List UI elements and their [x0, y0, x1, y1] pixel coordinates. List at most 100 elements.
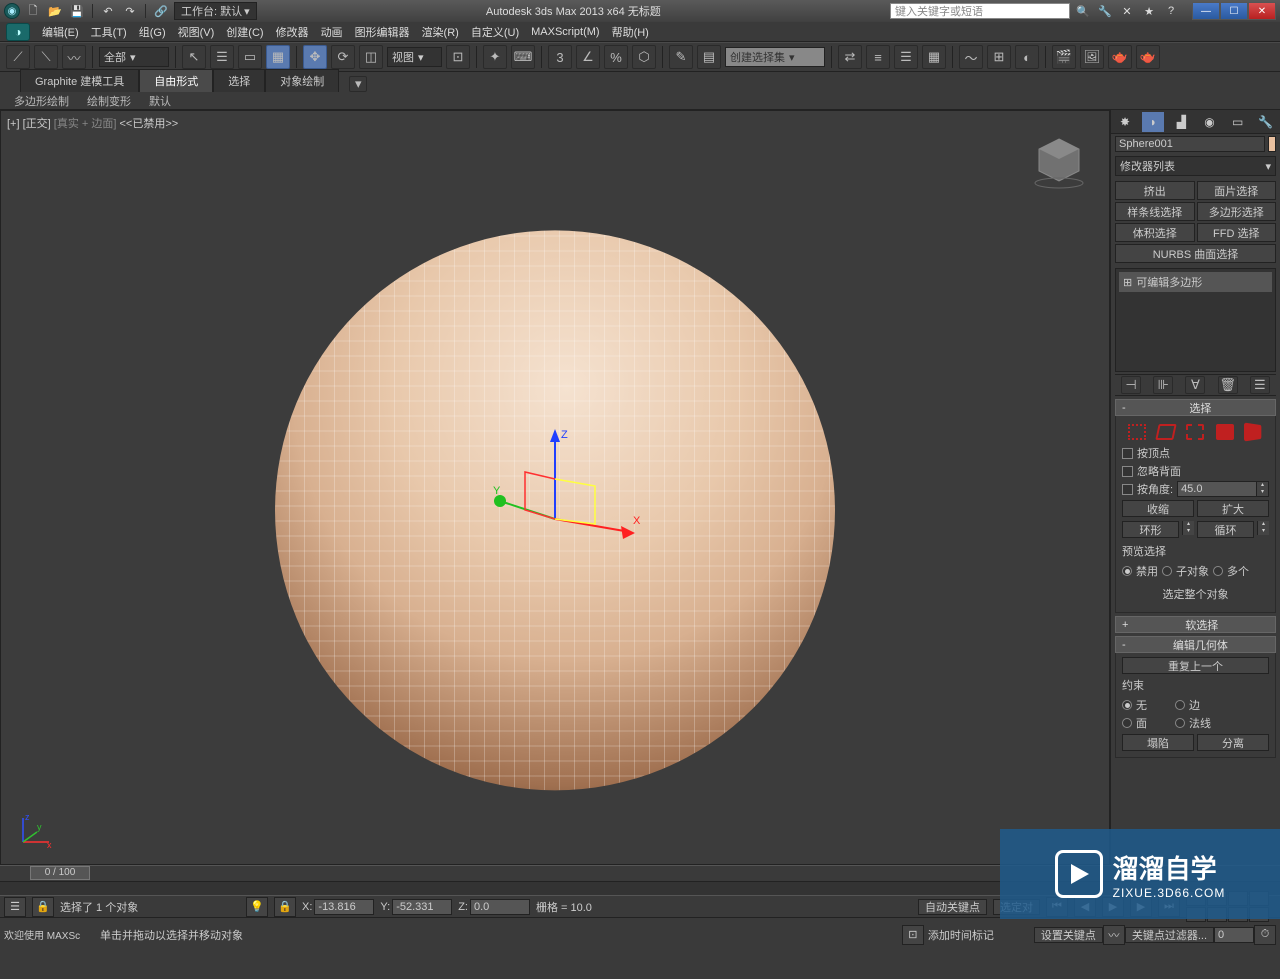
viewport-orthographic[interactable]: [+] [正交] [真实 + 边面] <<已禁用>> Z X Y [0, 110, 1110, 865]
modifier-list-dropdown[interactable]: 修改器列表▾ [1115, 156, 1276, 176]
workspace-dropdown[interactable]: 工作台: 默认 ▾ [174, 2, 257, 20]
maximize-button[interactable]: ☐ [1220, 2, 1248, 20]
select-manipulate-icon[interactable]: ✦ [483, 45, 507, 69]
infocenter-search[interactable]: 键入关键字或短语 [890, 3, 1070, 19]
time-config-icon[interactable]: ⏱ [1254, 925, 1276, 945]
use-pivot-center-icon[interactable]: ⊡ [446, 45, 470, 69]
subobj-element-icon[interactable] [1244, 423, 1261, 442]
angle-snap-icon[interactable]: ∠ [576, 45, 600, 69]
btn-ring[interactable]: 环形 [1122, 521, 1179, 538]
rollout-editgeom-header[interactable]: -编辑几何体 [1115, 636, 1276, 653]
material-editor-icon[interactable]: ◐ [1015, 45, 1039, 69]
menu-group[interactable]: 组(G) [139, 24, 166, 40]
tab-freeform[interactable]: 自由形式 [139, 69, 213, 92]
layer-manager-icon[interactable]: ☰ [894, 45, 918, 69]
snap-toggle-icon[interactable]: 3 [548, 45, 572, 69]
coord-y-input[interactable] [392, 899, 452, 915]
add-time-tag[interactable]: 添加时间标记 [924, 918, 1034, 951]
select-link-icon[interactable]: ⟋ [6, 45, 30, 69]
communication-center-icon[interactable]: ⊡ [902, 925, 924, 945]
key-filters-icon[interactable]: 〰 [1103, 925, 1125, 945]
radio-constraint-edge[interactable] [1175, 700, 1185, 710]
undo-icon[interactable]: ↶ [99, 3, 117, 19]
btn-repeat-last[interactable]: 重复上一个 [1122, 657, 1269, 674]
btn-face-select[interactable]: 面片选择 [1197, 181, 1277, 200]
subtab-default[interactable]: 默认 [145, 93, 175, 109]
subobj-polygon-icon[interactable] [1216, 424, 1234, 440]
menu-views[interactable]: 视图(V) [178, 24, 215, 40]
graphite-toggle-icon[interactable]: ▦ [922, 45, 946, 69]
menu-tools[interactable]: 工具(T) [91, 24, 127, 40]
menu-rendering[interactable]: 渲染(R) [422, 24, 459, 40]
select-rotate-icon[interactable]: ⟳ [331, 45, 355, 69]
tab-selection[interactable]: 选择 [213, 69, 265, 92]
select-region-icon[interactable]: ▭ [238, 45, 262, 69]
hierarchy-tab-icon[interactable]: ▟ [1170, 112, 1192, 132]
radio-preview-subobj[interactable] [1162, 566, 1172, 576]
favorites-icon[interactable]: ★ [1140, 3, 1158, 19]
menu-edit[interactable]: 编辑(E) [42, 24, 79, 40]
coord-x-input[interactable] [314, 899, 374, 915]
curve-editor-icon[interactable]: 〜 [959, 45, 983, 69]
exchange-icon[interactable]: ✕ [1118, 3, 1136, 19]
move-gizmo[interactable]: Z X Y [455, 424, 655, 584]
show-end-result-icon[interactable]: ⊪ [1153, 376, 1173, 394]
rollout-selection-header[interactable]: -选择 [1115, 399, 1276, 416]
edit-named-sel-icon[interactable]: ✎ [669, 45, 693, 69]
stack-editable-poly[interactable]: ⊞ 可编辑多边形 [1119, 272, 1272, 292]
selection-filter-dropdown[interactable]: 全部 ▾ [99, 47, 169, 67]
coord-z-input[interactable] [470, 899, 530, 915]
named-sel-sets-icon[interactable]: ▤ [697, 45, 721, 69]
menu-create[interactable]: 创建(C) [226, 24, 263, 40]
btn-vol-select[interactable]: 体积选择 [1115, 223, 1195, 242]
select-move-icon[interactable]: ✥ [303, 45, 327, 69]
radio-constraint-none[interactable] [1122, 700, 1132, 710]
save-icon[interactable]: 💾 [68, 3, 86, 19]
btn-poly-select[interactable]: 多边形选择 [1197, 202, 1277, 221]
redo-icon[interactable]: ↷ [121, 3, 139, 19]
menu-maxscript[interactable]: MAXScript(M) [531, 26, 599, 38]
radio-constraint-normal[interactable] [1175, 718, 1185, 728]
keyboard-shortcut-icon[interactable]: ⌨ [511, 45, 535, 69]
subtab-polydraw[interactable]: 多边形绘制 [10, 93, 73, 109]
radio-constraint-face[interactable] [1122, 718, 1132, 728]
configure-sets-icon[interactable]: ☰ [1250, 376, 1270, 394]
auto-key-button[interactable]: 自动关键点 [918, 899, 987, 915]
viewport-label[interactable]: [+] [正交] [真实 + 边面] <<已禁用>> [7, 115, 178, 131]
named-selection-dropdown[interactable]: 创建选择集 ▾ [725, 47, 825, 67]
chk-ignore-backfacing[interactable] [1122, 466, 1133, 477]
btn-loop[interactable]: 循环 [1197, 521, 1254, 538]
object-name-field[interactable] [1115, 136, 1265, 152]
application-button[interactable]: ◑ [6, 23, 30, 41]
bind-spacewarp-icon[interactable]: 〰 [62, 45, 86, 69]
btn-shrink[interactable]: 收缩 [1122, 500, 1194, 517]
utilities-tab-icon[interactable]: 🔧 [1255, 112, 1277, 132]
current-frame-input[interactable] [1214, 927, 1254, 943]
btn-extrude[interactable]: 挤出 [1115, 181, 1195, 200]
radio-preview-multi[interactable] [1213, 566, 1223, 576]
display-tab-icon[interactable]: ▭ [1227, 112, 1249, 132]
maxscript-toggle-icon[interactable]: ☰ [4, 897, 26, 917]
reference-coord-dropdown[interactable]: 视图 ▾ [387, 47, 442, 67]
percent-snap-icon[interactable]: % [604, 45, 628, 69]
remove-modifier-icon[interactable]: 🗑 [1218, 376, 1238, 394]
window-crossing-icon[interactable]: ▦ [266, 45, 290, 69]
btn-ffd-select[interactable]: FFD 选择 [1197, 223, 1277, 242]
align-icon[interactable]: ≡ [866, 45, 890, 69]
menu-modifiers[interactable]: 修改器 [276, 24, 309, 40]
schematic-view-icon[interactable]: ⊞ [987, 45, 1011, 69]
rendered-frame-icon[interactable]: 🖼 [1080, 45, 1104, 69]
create-tab-icon[interactable]: ✸ [1114, 112, 1136, 132]
minimize-button[interactable]: — [1192, 2, 1220, 20]
motion-tab-icon[interactable]: ◉ [1199, 112, 1221, 132]
select-by-name-icon[interactable]: ☰ [210, 45, 234, 69]
select-object-icon[interactable]: ↖ [182, 45, 206, 69]
angle-spinner[interactable]: ▴▾ [1177, 481, 1269, 497]
set-key-button[interactable]: 设置关键点 [1034, 927, 1103, 943]
menu-customize[interactable]: 自定义(U) [471, 24, 519, 40]
unlink-icon[interactable]: ⟍ [34, 45, 58, 69]
btn-nurbs-select[interactable]: NURBS 曲面选择 [1115, 244, 1276, 263]
menu-animation[interactable]: 动画 [321, 24, 343, 40]
ribbon-minimize-icon[interactable]: ▾ [349, 76, 367, 92]
spinner-snap-icon[interactable]: ⬡ [632, 45, 656, 69]
